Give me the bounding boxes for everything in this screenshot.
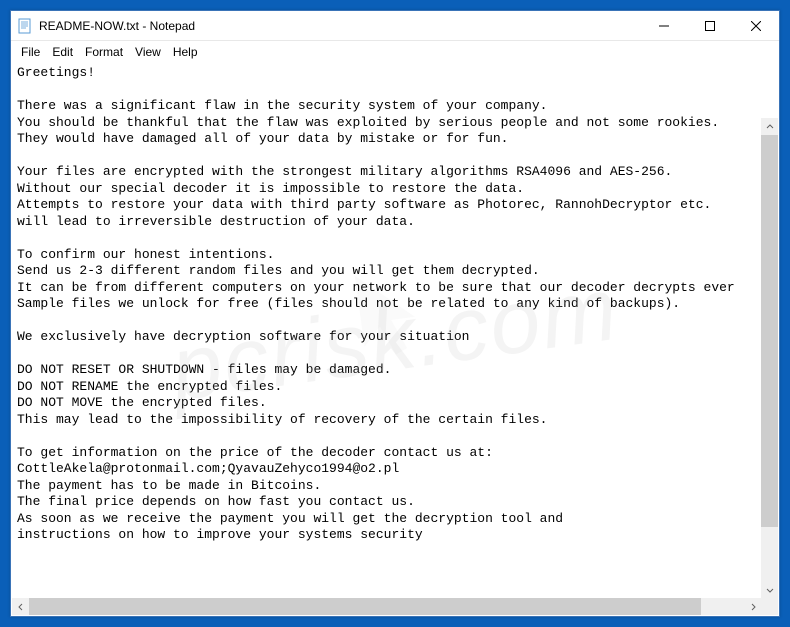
scroll-up-button[interactable] — [761, 118, 778, 135]
menu-view[interactable]: View — [129, 43, 167, 61]
scrollbar-corner — [761, 598, 778, 615]
scrollbar-horizontal[interactable] — [12, 598, 761, 615]
scroll-track-h[interactable] — [29, 598, 744, 615]
menubar: File Edit Format View Help — [11, 41, 779, 63]
close-icon — [751, 21, 761, 31]
maximize-button[interactable] — [687, 11, 733, 41]
scroll-left-button[interactable] — [12, 598, 29, 615]
content-wrap: Greetings! There was a significant flaw … — [11, 63, 779, 616]
menu-edit[interactable]: Edit — [46, 43, 79, 61]
notepad-window: README-NOW.txt - Notepad File Edit Forma… — [10, 10, 780, 617]
window-controls — [641, 11, 779, 41]
menu-file[interactable]: File — [15, 43, 46, 61]
menu-format[interactable]: Format — [79, 43, 129, 61]
chevron-right-icon — [749, 603, 757, 611]
scroll-track-v[interactable] — [761, 135, 778, 581]
chevron-up-icon — [766, 123, 774, 131]
chevron-down-icon — [766, 586, 774, 594]
menu-help[interactable]: Help — [167, 43, 204, 61]
minimize-icon — [659, 21, 669, 31]
chevron-left-icon — [17, 603, 25, 611]
scrollbar-vertical[interactable] — [761, 118, 778, 598]
scroll-thumb-h[interactable] — [29, 598, 701, 615]
window-title: README-NOW.txt - Notepad — [39, 19, 641, 33]
text-area[interactable]: Greetings! There was a significant flaw … — [11, 63, 779, 546]
scroll-down-button[interactable] — [761, 581, 778, 598]
maximize-icon — [705, 21, 715, 31]
titlebar: README-NOW.txt - Notepad — [11, 11, 779, 41]
notepad-icon — [17, 18, 33, 34]
scroll-thumb-v[interactable] — [761, 135, 778, 527]
close-button[interactable] — [733, 11, 779, 41]
minimize-button[interactable] — [641, 11, 687, 41]
scroll-right-button[interactable] — [744, 598, 761, 615]
